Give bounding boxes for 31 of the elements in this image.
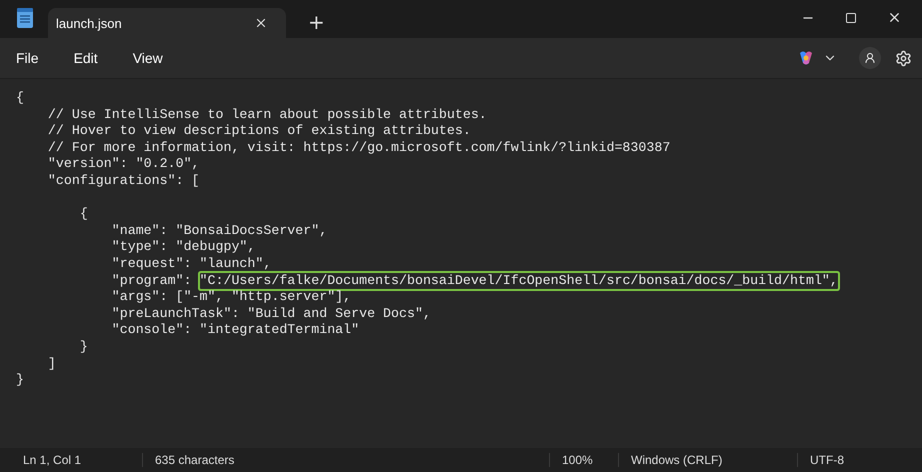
code-line: "program": [110,272,193,290]
code-line: "request": "launch", [110,256,272,273]
code-line: "type": "debugpy", [110,239,256,256]
code-line: "name": "BonsaiDocsServer", [110,222,328,240]
code-line: { [16,90,24,107]
code-line: "console": "integratedTerminal" [110,322,360,339]
account-icon[interactable] [859,47,881,69]
code-line: } [78,338,88,356]
code-line: "configurations": [ [46,172,200,190]
character-count: 635 characters [142,453,246,467]
code-line: "version": "0.2.0", [46,156,200,173]
menu-item[interactable]: File [8,44,47,72]
zoom-level: 100% [549,453,618,467]
highlighted-path: "C:/Users/falke/Documents/bonsaiDevel/IfcOpenShell/src/bonsai/docs/_build/html", [200,272,838,290]
new-tab-button[interactable]: + [302,10,331,34]
code-line: { [78,206,88,223]
copilot-icon[interactable] [797,49,815,67]
code-line: // For more information, visit: https://go.microsoft.com/fwlink/?linkid=830387 [46,140,670,156]
encoding: UTF-8 [797,453,922,467]
code-line: "args": ["-m", "http.server"], [110,289,352,306]
code-line: ] [46,356,56,372]
code-line: "preLaunchTask": "Build and Serve Docs", [110,306,431,322]
menu-item[interactable]: View [124,44,171,72]
cursor-position: Ln 1, Col 1 [22,453,82,467]
code-line: } [16,372,24,389]
code-line: // Hover to view descriptions of existing attributes. [46,123,471,140]
menu-item[interactable]: Edit [66,44,106,72]
code-line: // Use IntelliSense to learn about possible attributes. [46,106,487,124]
line-ending: Windows (CRLF) [618,453,797,467]
notepad-icon [16,8,34,28]
file-tab[interactable]: launch.json [48,8,286,38]
